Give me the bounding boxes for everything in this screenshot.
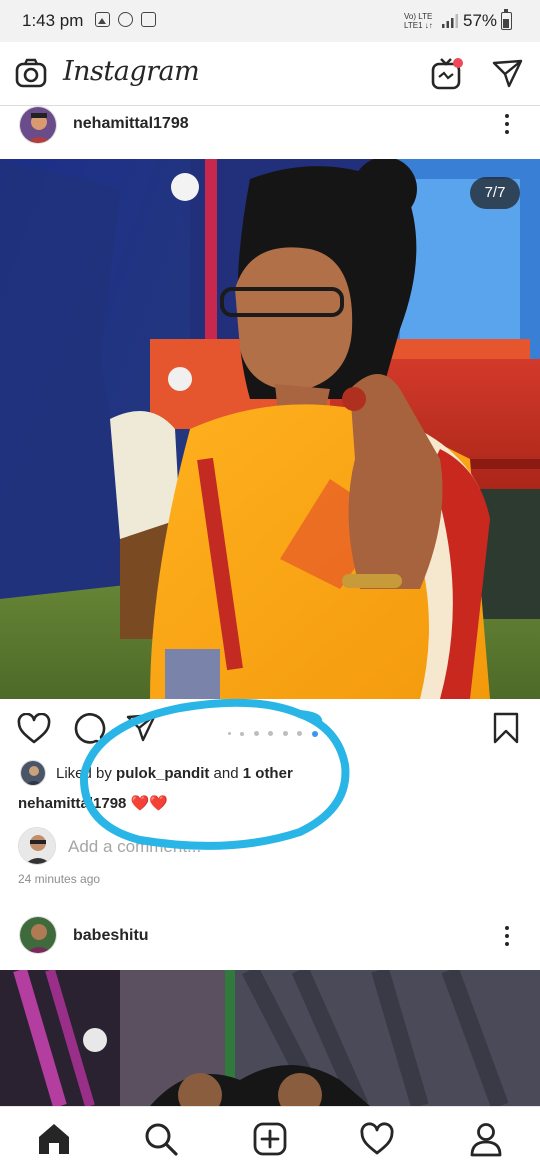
pager-dot-active	[311, 730, 318, 737]
post-timestamp: 24 minutes ago	[18, 872, 101, 886]
whatsapp-icon	[118, 12, 133, 27]
network-bottom: LTE1 ↓↑	[404, 21, 433, 30]
pager-dot	[297, 731, 303, 737]
save-bookmark-icon[interactable]	[492, 712, 520, 744]
like-heart-icon[interactable]	[17, 713, 51, 745]
network-indicator: Vo) LTE LTE1 ↓↑	[404, 12, 433, 30]
battery-icon	[501, 9, 512, 30]
caption-username[interactable]: nehamittal1798	[18, 795, 126, 812]
pager-dot	[268, 731, 274, 737]
avatar-2[interactable]	[19, 916, 57, 954]
network-top: Vo) LTE	[404, 12, 433, 21]
likes-others[interactable]: 1 other	[243, 765, 293, 782]
activity-icon[interactable]	[359, 1121, 395, 1157]
app-icon	[141, 12, 156, 27]
post-photo-2[interactable]	[0, 970, 540, 1106]
more-options-icon[interactable]	[505, 114, 511, 138]
home-icon[interactable]	[36, 1121, 72, 1157]
gallery-icon	[95, 12, 110, 27]
more-options-icon[interactable]	[505, 926, 511, 950]
likes-suffix: and	[209, 765, 243, 782]
app-header: Instagram	[0, 42, 540, 106]
pager-dot	[240, 731, 245, 736]
post-header-2: babeshitu	[0, 912, 540, 962]
avatar[interactable]	[19, 106, 57, 144]
instagram-logo: Instagram	[63, 56, 200, 87]
signal-icon	[442, 14, 458, 28]
direct-message-icon[interactable]	[492, 59, 524, 89]
likes-text[interactable]: Liked by pulok_pandit and 1 other	[56, 765, 293, 782]
post-photo[interactable]	[0, 159, 540, 699]
liker-username[interactable]: pulok_pandit	[116, 765, 209, 782]
profile-icon[interactable]	[468, 1121, 504, 1157]
caption-text: ❤️❤️	[126, 795, 168, 812]
post-username[interactable]: nehamittal1798	[73, 115, 189, 133]
igtv-icon[interactable]	[430, 56, 466, 92]
pager-dot	[282, 731, 288, 737]
media-counter-badge: 7/7	[470, 177, 520, 209]
bottom-nav	[0, 1106, 540, 1170]
pager-dot	[228, 732, 231, 736]
battery-percent: 57%	[463, 11, 498, 30]
likes-prefix: Liked by	[56, 765, 117, 782]
status-time: 1:43 pm	[22, 11, 84, 30]
carousel-pager	[228, 725, 323, 737]
post-username-2[interactable]: babeshitu	[73, 927, 149, 945]
current-user-avatar	[18, 827, 56, 865]
comment-icon[interactable]	[72, 713, 106, 745]
add-comment-input[interactable]: Add a comment...	[68, 837, 201, 857]
camera-icon[interactable]	[15, 58, 47, 90]
liker-avatar[interactable]	[20, 760, 46, 786]
new-post-icon[interactable]	[252, 1121, 288, 1157]
pager-dot	[253, 731, 259, 737]
search-icon[interactable]	[143, 1121, 179, 1157]
status-bar: 1:43 pm Vo) LTE LTE1 ↓↑ 57%	[0, 0, 540, 42]
post-caption: nehamittal1798 ❤️❤️	[18, 794, 168, 812]
post-header: nehamittal1798	[0, 104, 540, 154]
share-icon[interactable]	[126, 713, 158, 743]
